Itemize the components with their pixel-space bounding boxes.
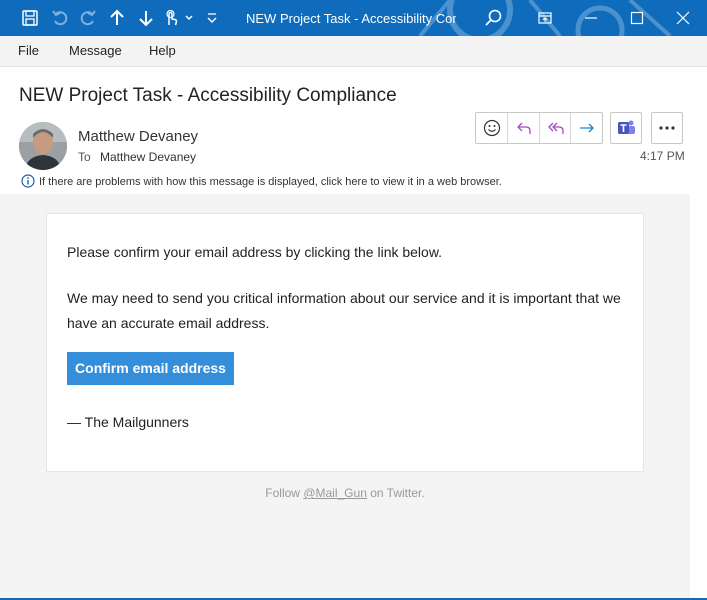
menu-bar: File Message Help [0, 36, 707, 67]
footer-suffix: on Twitter. [370, 486, 425, 500]
signoff: — The Mailgunners [67, 414, 189, 430]
close-icon [676, 11, 690, 25]
menu-message[interactable]: Message [69, 43, 122, 58]
chevron-down-icon[interactable] [180, 8, 200, 28]
title-bar: NEW Project Task - Accessibility Com... [0, 0, 707, 36]
info-icon [21, 174, 35, 188]
restore-ribbon-button[interactable] [522, 0, 568, 36]
teams-button[interactable] [610, 112, 642, 144]
redo-icon[interactable] [78, 8, 98, 28]
menu-help[interactable]: Help [149, 43, 176, 58]
teams-icon [618, 120, 635, 134]
email-footer: Follow @Mail_Gun on Twitter. [0, 486, 690, 500]
emoji-icon [483, 119, 501, 137]
more-icon [659, 126, 675, 130]
customize-toolbar-icon[interactable] [202, 8, 222, 28]
message-subject: NEW Project Task - Accessibility Complia… [19, 85, 397, 106]
more-options-button[interactable] [651, 112, 683, 144]
maximize-button[interactable] [614, 0, 660, 36]
confirm-email-button[interactable]: Confirm email address [67, 352, 234, 385]
restore-icon [538, 12, 552, 24]
forward-button[interactable] [571, 113, 602, 143]
save-icon[interactable] [20, 8, 40, 28]
recipient-name[interactable]: Matthew Devaney [100, 150, 196, 164]
to-label: To [78, 150, 91, 164]
forward-icon [580, 123, 595, 133]
reply-all-icon [547, 122, 564, 134]
scrollbar[interactable] [690, 194, 707, 600]
close-button[interactable] [660, 0, 706, 36]
view-in-browser-link[interactable]: If there are problems with how this mess… [39, 176, 502, 188]
window-title: NEW Project Task - Accessibility Com... [246, 11, 456, 26]
sender-photo [19, 122, 67, 170]
footer-prefix: Follow [265, 486, 300, 500]
up-arrow-icon[interactable] [107, 8, 127, 28]
reply-icon [516, 122, 531, 134]
touch-mode-icon[interactable] [161, 8, 181, 28]
message-time: 4:17 PM [640, 149, 685, 163]
reply-button[interactable] [508, 113, 540, 143]
undo-icon[interactable] [50, 8, 70, 28]
maximize-icon [630, 11, 644, 25]
sender-name[interactable]: Matthew Devaney [78, 128, 198, 145]
minimize-button[interactable] [568, 0, 614, 36]
body-line-2: We may need to send you critical informa… [67, 290, 621, 331]
emoji-button[interactable] [476, 113, 508, 143]
avatar[interactable] [19, 122, 67, 170]
down-arrow-icon[interactable] [136, 8, 156, 28]
reply-all-button[interactable] [540, 113, 572, 143]
message-actions [475, 112, 603, 144]
menu-file[interactable]: File [18, 43, 39, 58]
minimize-icon [585, 17, 597, 19]
body-line-1: Please confirm your email address by cli… [67, 244, 443, 260]
twitter-link[interactable]: @Mail_Gun [303, 486, 367, 500]
search-icon[interactable] [484, 8, 504, 28]
